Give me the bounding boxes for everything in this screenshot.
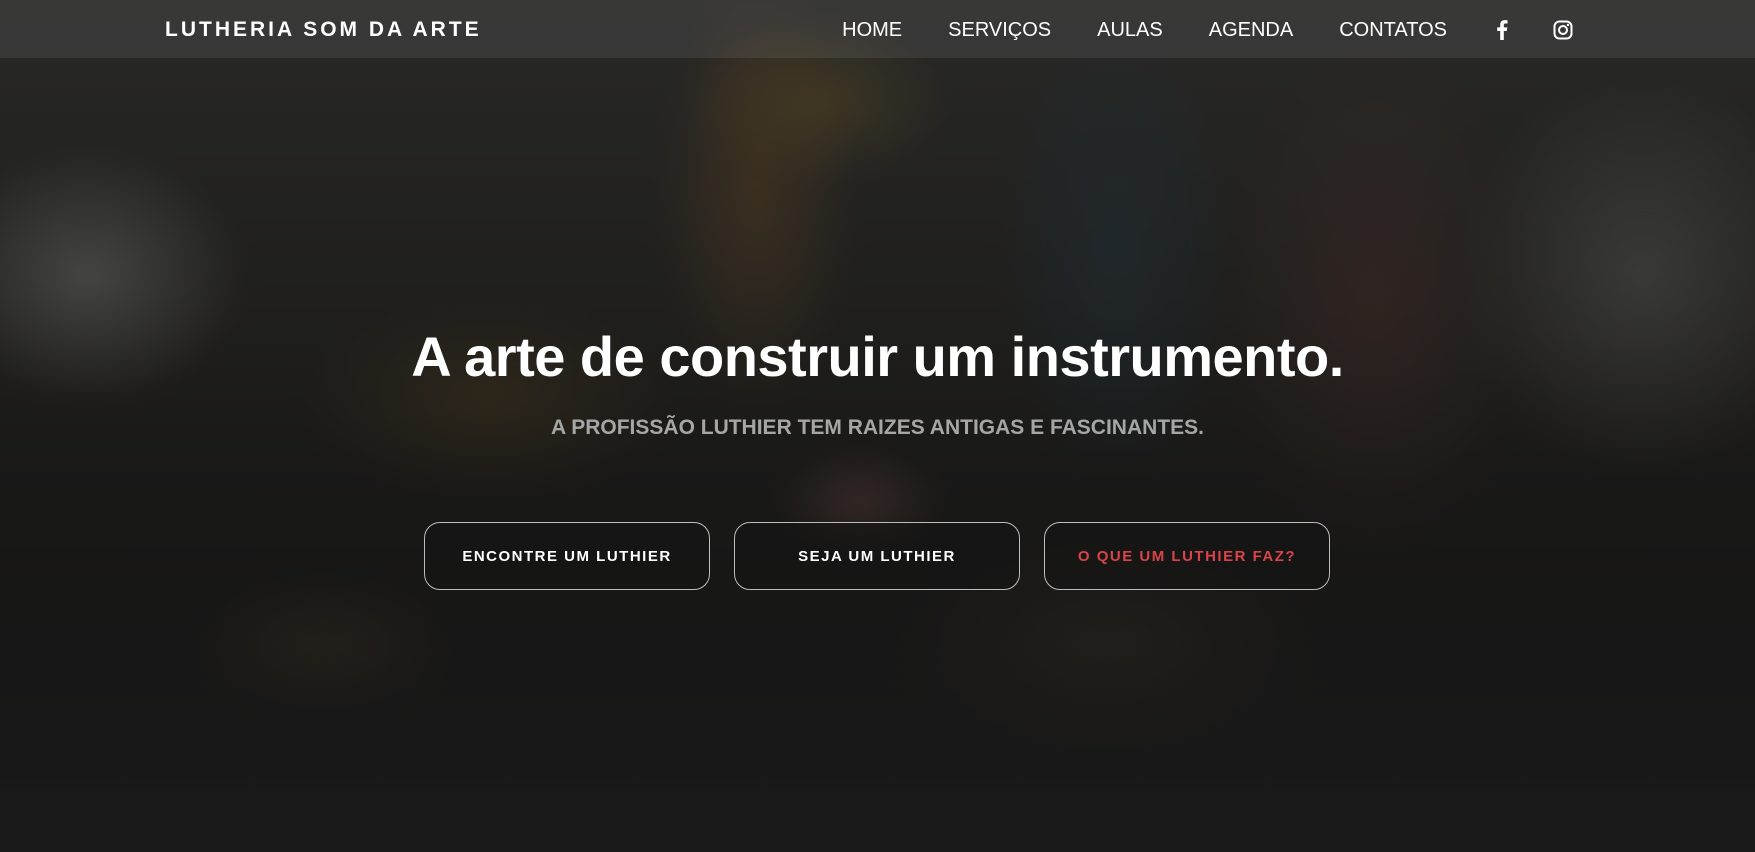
nav-item-contatos[interactable]: CONTATOS [1339, 19, 1447, 42]
nav-item-aulas[interactable]: AULAS [1097, 19, 1163, 42]
navbar: LUTHERIA SOM DA ARTE HOME SERVIÇOS AULAS… [0, 0, 1755, 58]
hero-title: A arte de construir um instrumento. [411, 325, 1344, 388]
instagram-icon[interactable] [1552, 19, 1574, 41]
become-luthier-button[interactable]: SEJA UM LUTHIER [734, 522, 1020, 590]
page: LUTHERIA SOM DA ARTE HOME SERVIÇOS AULAS… [0, 0, 1755, 852]
what-luthier-does-button[interactable]: O QUE UM LUTHIER FAZ? [1044, 522, 1330, 590]
find-luthier-button[interactable]: ENCONTRE UM LUTHIER [424, 522, 710, 590]
facebook-icon[interactable] [1491, 19, 1513, 41]
main-nav: HOME SERVIÇOS AULAS AGENDA CONTATOS [842, 17, 1755, 43]
hero-subtitle: A PROFISSÃO LUTHIER TEM RAIZES ANTIGAS E… [551, 416, 1204, 439]
brand-logo[interactable]: LUTHERIA SOM DA ARTE [165, 18, 482, 42]
nav-item-servicos[interactable]: SERVIÇOS [948, 19, 1051, 42]
nav-item-agenda[interactable]: AGENDA [1209, 19, 1293, 42]
nav-item-home[interactable]: HOME [842, 19, 902, 42]
